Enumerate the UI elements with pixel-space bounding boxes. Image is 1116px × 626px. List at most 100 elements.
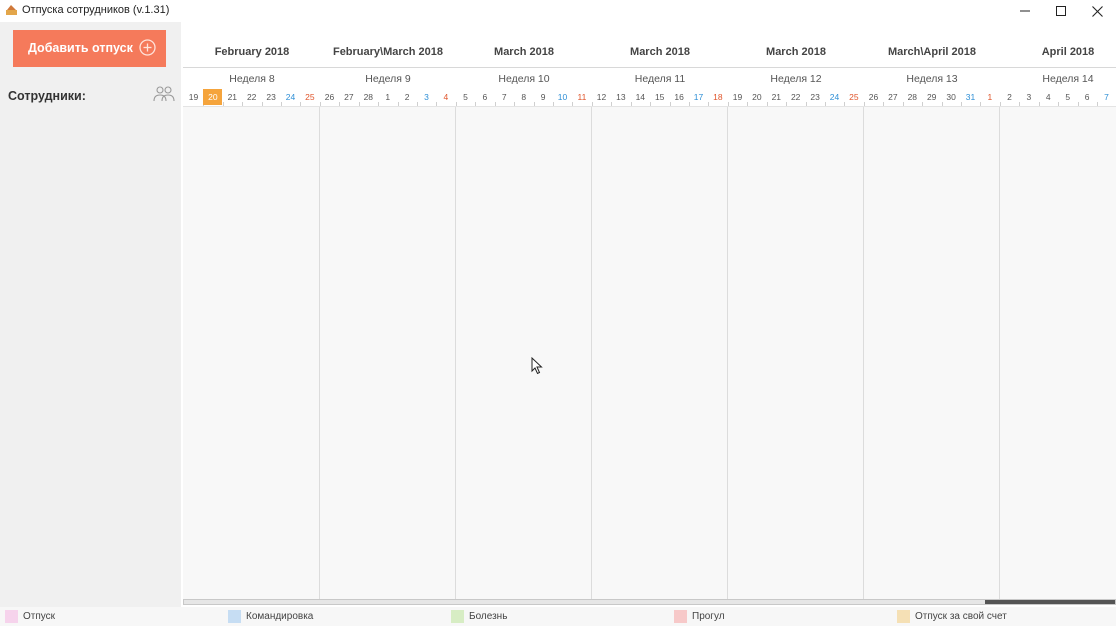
week-divider	[999, 107, 1000, 599]
day-cell[interactable]: 26	[864, 89, 883, 105]
day-cell[interactable]: 18	[708, 89, 727, 105]
day-cell[interactable]: 24	[825, 89, 844, 105]
week-label: Неделя 9	[365, 73, 411, 85]
day-cell[interactable]: 27	[339, 89, 358, 105]
month-label: March\April 2018	[887, 46, 977, 58]
week-divider	[727, 107, 728, 599]
legend: Отпуск Командировка Болезнь Прогул Отпуск за…	[0, 607, 1116, 626]
day-cell[interactable]: 17	[689, 89, 708, 105]
employee-rows-area[interactable]	[183, 106, 1116, 599]
day-cell[interactable]: 27	[883, 89, 902, 105]
week-divider	[863, 107, 864, 599]
legend-label: Отпуск за свой счет	[915, 611, 1007, 622]
month-label: February 2018	[214, 46, 290, 58]
legend-label: Прогул	[692, 611, 725, 622]
horizontal-scrollbar[interactable]	[183, 599, 1116, 605]
day-cell[interactable]: 3	[417, 89, 436, 105]
add-vacation-button[interactable]: Добавить отпуск	[13, 30, 166, 67]
day-cell[interactable]: 30	[942, 89, 961, 105]
day-cell[interactable]: 24	[281, 89, 300, 105]
day-cell[interactable]: 31	[961, 89, 980, 105]
app-icon	[6, 5, 17, 15]
day-cell[interactable]: 29	[922, 89, 941, 105]
day-cell[interactable]: 11	[572, 89, 591, 105]
week-label: Неделя 11	[634, 73, 686, 85]
week-divider	[591, 107, 592, 599]
day-cell[interactable]: 25	[300, 89, 319, 105]
employees-icon[interactable]	[153, 85, 175, 103]
day-cell[interactable]: 21	[767, 89, 786, 105]
month-label: March 2018	[494, 46, 554, 58]
legend-swatch	[674, 610, 687, 623]
day-cell[interactable]: 20	[747, 89, 766, 105]
month-label: April 2018	[1041, 46, 1095, 58]
day-cell[interactable]: 7	[1097, 89, 1116, 105]
mouse-cursor-icon	[531, 357, 543, 375]
day-cell[interactable]: 8	[514, 89, 533, 105]
calendar-grid: February 2018 February\March 2018 March 20…	[183, 22, 1116, 607]
day-cell[interactable]: 28	[359, 89, 378, 105]
month-label: March 2018	[766, 46, 826, 58]
day-cell[interactable]: 23	[262, 89, 281, 105]
day-cell[interactable]: 14	[631, 89, 650, 105]
day-cell[interactable]: 9	[534, 89, 553, 105]
week-label: Неделя 12	[770, 73, 822, 85]
title-bar: Отпуска сотрудников (v.1.31)	[0, 0, 1116, 22]
day-cell[interactable]: 19	[184, 89, 203, 105]
day-cell[interactable]: 25	[844, 89, 863, 105]
calendar: February 2018 February\March 2018 March 20…	[181, 22, 1116, 607]
legend-swatch	[5, 610, 18, 623]
minimize-icon	[1020, 10, 1030, 12]
day-cell[interactable]: 23	[806, 89, 825, 105]
day-cell[interactable]: 22	[786, 89, 805, 105]
scrollbar-thumb[interactable]	[985, 600, 1115, 604]
month-label: March 2018	[630, 46, 690, 58]
employees-label: Сотрудники:	[8, 89, 86, 103]
window-title: Отпуска сотрудников (v.1.31)	[22, 4, 170, 16]
close-button[interactable]	[1079, 0, 1115, 22]
day-cell[interactable]: 20	[203, 89, 223, 105]
sidebar: Добавить отпуск Сотрудники:	[0, 22, 181, 607]
day-cell[interactable]: 6	[1078, 89, 1097, 105]
legend-swatch	[451, 610, 464, 623]
day-cell[interactable]: 1	[980, 89, 999, 105]
day-cell[interactable]: 13	[611, 89, 630, 105]
day-cell[interactable]: 16	[670, 89, 689, 105]
day-cell[interactable]: 5	[1058, 89, 1077, 105]
day-cell[interactable]: 12	[592, 89, 611, 105]
legend-label: Отпуск	[23, 611, 56, 622]
legend-swatch	[228, 610, 241, 623]
day-cell[interactable]: 19	[728, 89, 747, 105]
day-cell[interactable]: 22	[242, 89, 261, 105]
week-label: Неделя 13	[906, 73, 958, 85]
day-cell[interactable]: 6	[475, 89, 494, 105]
header-divider	[183, 67, 1116, 68]
week-label: Неделя 10	[498, 73, 550, 85]
day-cell[interactable]: 2	[398, 89, 417, 105]
week-label: Неделя 14	[1042, 73, 1094, 85]
day-cell[interactable]: 28	[903, 89, 922, 105]
day-cell[interactable]: 21	[223, 89, 242, 105]
day-cell[interactable]: 10	[553, 89, 572, 105]
week-label: Неделя 8	[229, 73, 275, 85]
day-cell[interactable]: 1	[378, 89, 397, 105]
day-cell[interactable]: 7	[495, 89, 514, 105]
plus-circle-icon	[139, 39, 156, 56]
day-cell[interactable]: 3	[1019, 89, 1038, 105]
legend-label: Командировка	[246, 611, 314, 622]
month-label: February\March 2018	[332, 46, 444, 58]
week-divider	[455, 107, 456, 599]
maximize-icon	[1056, 6, 1066, 16]
day-cell[interactable]: 4	[1039, 89, 1058, 105]
day-cell[interactable]: 5	[456, 89, 475, 105]
day-cell[interactable]: 4	[436, 89, 455, 105]
week-divider	[319, 107, 320, 599]
legend-swatch	[897, 610, 910, 623]
day-cell[interactable]: 15	[650, 89, 669, 105]
day-cell[interactable]: 26	[320, 89, 339, 105]
minimize-button[interactable]	[1007, 0, 1043, 22]
maximize-button[interactable]	[1043, 0, 1079, 22]
close-icon	[1091, 5, 1103, 17]
legend-label: Болезнь	[469, 611, 508, 622]
day-cell[interactable]: 2	[1000, 89, 1019, 105]
